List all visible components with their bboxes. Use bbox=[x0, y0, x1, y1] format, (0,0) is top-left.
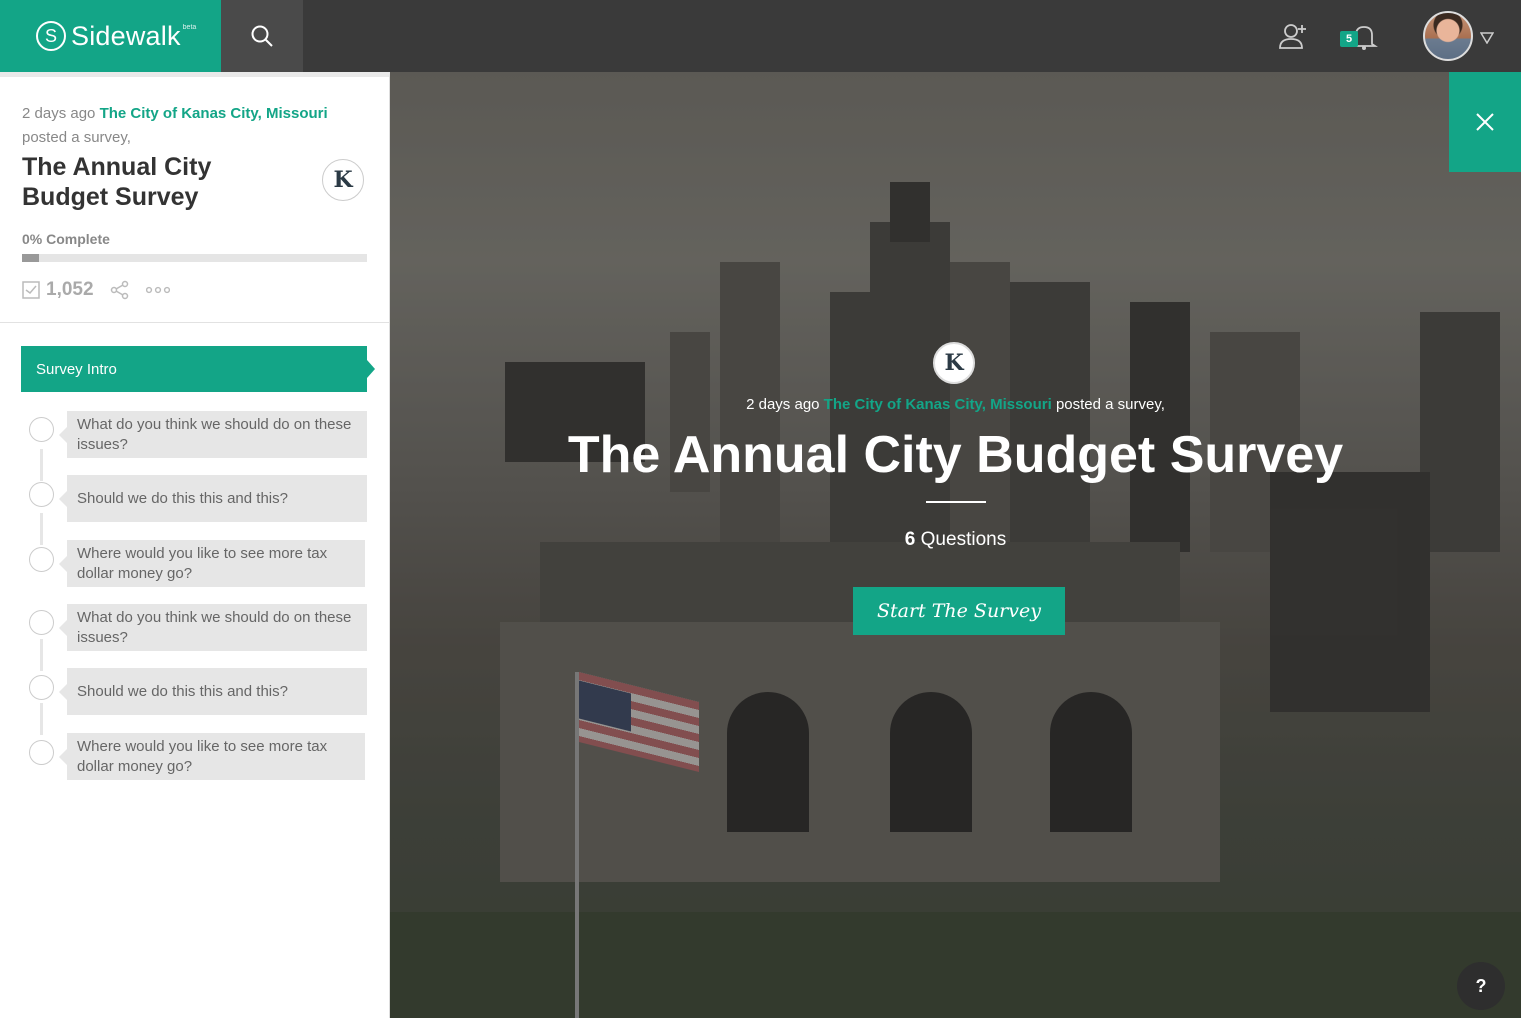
progress-fill bbox=[22, 254, 40, 262]
chevron-down-icon[interactable] bbox=[1480, 32, 1494, 44]
post-time: 2 days ago bbox=[22, 105, 96, 122]
logo-mark: S bbox=[36, 21, 66, 51]
post-meta: 2 days ago The City of Kanas City, Misso… bbox=[390, 396, 1521, 413]
close-icon bbox=[1476, 113, 1494, 131]
question-status bbox=[29, 417, 54, 442]
title-divider bbox=[926, 501, 986, 503]
question-status bbox=[29, 482, 54, 507]
post-action: posted a survey, bbox=[22, 129, 131, 146]
step-connector bbox=[40, 639, 43, 671]
start-survey-button[interactable]: Start The Survey bbox=[853, 587, 1065, 635]
survey-title: The Annual City Budget Survey bbox=[567, 426, 1344, 484]
question-status bbox=[29, 675, 54, 700]
brand-logo[interactable]: S Sidewalk beta bbox=[0, 0, 221, 72]
question-count: 6 Questions bbox=[390, 529, 1521, 551]
add-user-icon bbox=[1279, 24, 1306, 49]
question-item[interactable]: Where would you like to see more tax dol… bbox=[59, 733, 365, 780]
org-link[interactable]: The City of Kanas City, Missouri bbox=[824, 396, 1052, 413]
more-icon[interactable] bbox=[145, 286, 170, 294]
avatar[interactable] bbox=[1423, 11, 1473, 61]
response-count: 1,052 bbox=[46, 279, 94, 300]
top-bar: S Sidewalk beta 5 bbox=[0, 0, 1521, 72]
survey-sidebar: 2 days ago The City of Kanas City, Misso… bbox=[0, 72, 390, 1018]
question-status bbox=[29, 740, 54, 765]
step-connector bbox=[40, 513, 43, 545]
step-connector bbox=[40, 449, 43, 481]
question-item[interactable]: Should we do this this and this? bbox=[59, 668, 367, 715]
question-item[interactable]: What do you think we should do on these … bbox=[59, 604, 367, 651]
org-logo[interactable]: K bbox=[322, 159, 364, 201]
beta-badge: beta bbox=[182, 23, 197, 31]
help-button[interactable]: ? bbox=[1457, 962, 1505, 1010]
search-button[interactable] bbox=[221, 0, 303, 72]
share-icon[interactable] bbox=[110, 280, 130, 300]
search-icon bbox=[251, 25, 273, 47]
checkbox-icon bbox=[22, 281, 40, 299]
question-item[interactable]: Where would you like to see more tax dol… bbox=[59, 540, 365, 587]
survey-stats: 1,052 bbox=[22, 279, 170, 301]
survey-hero: K 2 days ago The City of Kanas City, Mis… bbox=[390, 72, 1521, 1018]
survey-title: The Annual City Budget Survey bbox=[22, 153, 212, 211]
question-item[interactable]: Should we do this this and this? bbox=[59, 475, 367, 522]
survey-intro-step[interactable]: Survey Intro bbox=[21, 346, 375, 392]
question-count-label: Questions bbox=[920, 529, 1007, 550]
post-meta: 2 days ago The City of Kanas City, Misso… bbox=[22, 102, 362, 150]
post-action: posted a survey, bbox=[1055, 396, 1165, 413]
progress-bar bbox=[22, 254, 367, 262]
question-item[interactable]: What do you think we should do on these … bbox=[59, 411, 367, 458]
notifications-button[interactable]: 5 bbox=[1340, 22, 1380, 52]
divider bbox=[0, 322, 389, 323]
question-status bbox=[29, 547, 54, 572]
question-status bbox=[29, 610, 54, 635]
org-logo[interactable]: K bbox=[933, 342, 975, 384]
question-count-number: 6 bbox=[904, 529, 916, 550]
post-time: 2 days ago bbox=[746, 396, 820, 413]
org-link[interactable]: The City of Kanas City, Missouri bbox=[100, 105, 328, 122]
progress-label: 0% Complete bbox=[22, 231, 110, 247]
notification-count-badge: 5 bbox=[1340, 31, 1358, 47]
add-user-button[interactable] bbox=[1278, 22, 1310, 55]
brand-name: Sidewalk bbox=[71, 20, 181, 51]
close-button[interactable] bbox=[1449, 72, 1521, 172]
step-connector bbox=[40, 703, 43, 735]
